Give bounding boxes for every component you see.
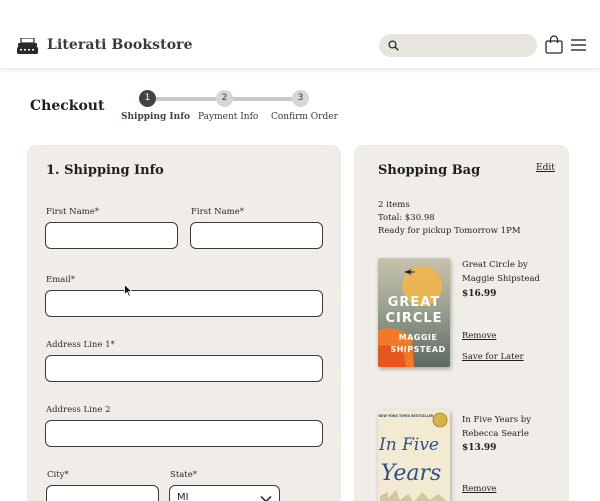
address-line-1-label: Address Line 1* [46, 340, 115, 350]
step-1-circle[interactable]: 1 [139, 90, 156, 107]
book-title-line-1[interactable]: Great Circle by [462, 258, 562, 272]
cover-title-line-1: GREAT [388, 295, 440, 310]
book-title-line-2[interactable]: Rebecca Searle [462, 427, 562, 441]
cover-author-line-1: MAGGIE [399, 333, 438, 342]
city-field[interactable] [46, 485, 159, 501]
step-1-label[interactable]: Shipping Info [121, 112, 190, 122]
last-name-field[interactable] [190, 222, 323, 249]
site-header: Literati Bookstore [0, 0, 600, 68]
remove-item-button[interactable]: Remove [462, 331, 496, 341]
cover-author-line-2: SHIPSTEAD [390, 345, 445, 354]
last-name-label: First Name* [191, 207, 245, 217]
address-line-2-label: Address Line 2 [46, 405, 111, 415]
cover-title-line-2: Years [381, 461, 442, 486]
checkout-title: Checkout [30, 98, 105, 114]
shopping-bag-icon[interactable] [545, 35, 563, 54]
search-input[interactable] [403, 34, 531, 57]
brand-name[interactable]: Literati Bookstore [47, 37, 193, 53]
first-name-field[interactable] [45, 222, 178, 249]
in-five-years-cover-art: NEW YORK TIMES BESTSELLER In Five Years [378, 410, 450, 501]
book-cover-great-circle[interactable]: GREAT CIRCLE MAGGIE SHIPSTEAD [378, 258, 450, 367]
address-line-2-field[interactable] [45, 420, 323, 447]
book-price: $16.99 [462, 289, 497, 299]
state-select-value: MI [177, 492, 189, 501]
book-title-line-2[interactable]: Maggie Shipstead [462, 272, 562, 286]
book-price: $13.99 [462, 443, 497, 453]
address-line-1-field[interactable] [45, 355, 323, 382]
chevron-down-icon [260, 495, 272, 501]
shipping-info-card [27, 145, 341, 501]
step-2-circle[interactable]: 2 [216, 90, 233, 107]
great-circle-cover-art: GREAT CIRCLE MAGGIE SHIPSTEAD [378, 258, 450, 367]
first-name-label: First Name* [46, 207, 100, 217]
edit-bag-link[interactable]: Edit [536, 163, 555, 173]
cover-title-line-1: In Five [378, 435, 439, 455]
save-for-later-button[interactable]: Save for Later [462, 352, 524, 362]
bag-item-count: 2 items [378, 200, 410, 210]
step-connector [155, 97, 217, 101]
remove-item-button[interactable]: Remove [462, 484, 496, 494]
step-3-label[interactable]: Confirm Order [271, 112, 338, 122]
email-field[interactable] [45, 290, 323, 317]
typewriter-icon[interactable] [17, 38, 38, 54]
book-cover-in-five-years[interactable]: NEW YORK TIMES BESTSELLER In Five Years [378, 410, 450, 501]
search-bar[interactable] [379, 34, 537, 57]
bag-total: Total: $30.98 [378, 213, 435, 223]
step-connector [232, 97, 294, 101]
step-3-circle[interactable]: 3 [292, 90, 309, 107]
state-label: State* [170, 470, 198, 480]
search-icon [388, 40, 399, 51]
mouse-cursor-icon [124, 284, 133, 297]
shopping-bag-title: Shopping Bag [378, 163, 481, 178]
cover-banner: NEW YORK TIMES BESTSELLER [379, 414, 434, 418]
cover-title-line-2: CIRCLE [385, 311, 442, 326]
shipping-section-title: 1. Shipping Info [46, 163, 164, 178]
step-2-label[interactable]: Payment Info [198, 112, 258, 122]
hamburger-menu-icon[interactable] [571, 39, 586, 51]
book-title-line-1[interactable]: In Five Years by [462, 413, 562, 427]
bag-pickup-time: Ready for pickup Tomorrow 1PM [378, 226, 521, 236]
city-label: City* [47, 470, 69, 480]
email-label: Email* [46, 275, 76, 285]
